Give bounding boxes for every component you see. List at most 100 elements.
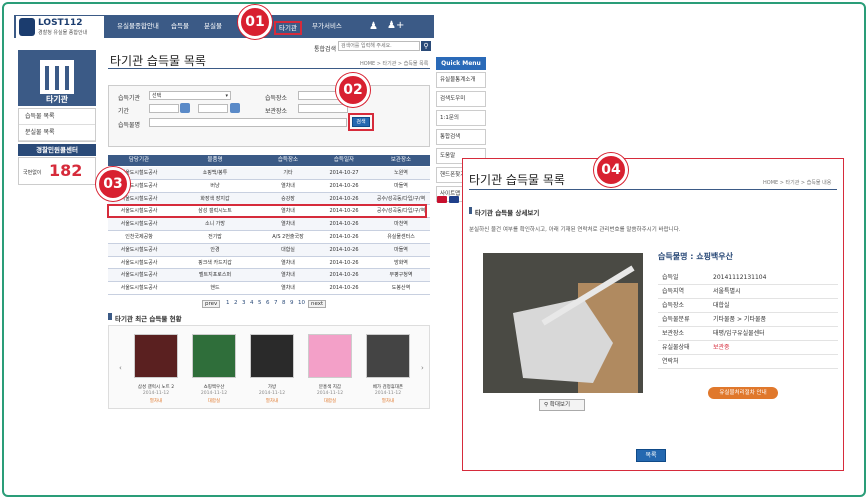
carousel-prev-icon[interactable]: ‹ bbox=[119, 364, 122, 372]
callout-badge: 04 bbox=[594, 153, 628, 187]
table-cell: 인천국제공항 bbox=[125, 234, 153, 240]
sidebar-title: 타기관 bbox=[45, 95, 69, 104]
table-cell: 2014-10-26 bbox=[329, 272, 359, 279]
pagination-page[interactable]: 1 bbox=[226, 300, 230, 306]
table-row[interactable]: 서울도시철도공사 소니 가방 열차내 2014-10-26 마천역 bbox=[108, 218, 430, 231]
nav-item-lost-info[interactable]: 유실물종합안내 bbox=[117, 15, 159, 38]
pagination-page[interactable]: 3 bbox=[242, 300, 246, 306]
pagination-prev[interactable]: prev bbox=[202, 300, 221, 308]
quick-menu-item[interactable]: 유실물통계소개 bbox=[436, 72, 486, 88]
calendar-icon[interactable] bbox=[230, 103, 240, 113]
callout-badge: 02 bbox=[336, 73, 370, 107]
pagination-next[interactable]: next bbox=[308, 300, 327, 308]
search-button[interactable]: 검색 bbox=[352, 117, 370, 127]
detail-field-row: 유실물상태 보관중 bbox=[658, 341, 838, 355]
carousel-next-icon[interactable]: › bbox=[421, 364, 424, 372]
item-name-input[interactable] bbox=[149, 118, 347, 127]
detail-fields: 습득일 20141112131104 습득지역 서울특별시 습득장소 대합실 습득물분… bbox=[658, 271, 838, 369]
table-cell: 대합실 bbox=[281, 246, 295, 253]
table-row[interactable]: 서울도시철도공사 쇼핑백/봉투 기타 2014-10-27 노원역 bbox=[108, 167, 430, 180]
sidebar-item-found-list[interactable]: 습득물 목록 bbox=[19, 109, 95, 125]
table-cell: 방화역 bbox=[394, 259, 408, 266]
table-row[interactable]: 인천국제공항 전기밥 A/S 2번출국장 2014-10-26 유실물센터스 bbox=[108, 231, 430, 244]
table-row[interactable]: 서울도시철도공사 버냥 열차내 2014-10-26 마들역 bbox=[108, 179, 430, 193]
table-row[interactable]: 서울도시철도공사 핸드 열차내 2014-10-26 도봉산역 bbox=[108, 282, 430, 295]
recent-item[interactable]: 쇼핑백우산 2014-11-12 대합실 bbox=[186, 334, 242, 409]
table-cell: 열차내 bbox=[281, 272, 295, 279]
agency-select[interactable]: 선택 ▾ bbox=[149, 91, 231, 100]
quick-menu-item[interactable]: 통합검색 bbox=[436, 129, 486, 145]
table-cell: 핑크색 카드지갑 bbox=[198, 259, 232, 266]
calendar-icon[interactable] bbox=[180, 103, 190, 113]
storage-label: 보관장소 bbox=[265, 108, 288, 115]
detail-field-row: 습득지역 서울특별시 bbox=[658, 285, 838, 299]
search-icon[interactable]: ⚲ bbox=[421, 41, 431, 51]
recent-item[interactable]: 삼성 갤럭시 노트 2 2014-11-12 열차내 bbox=[128, 334, 184, 409]
pagination-page[interactable]: 7 bbox=[274, 300, 278, 306]
recent-item[interactable]: 분홍색 지갑 2014-11-12 대합실 bbox=[302, 334, 358, 409]
pagination-page[interactable]: 8 bbox=[282, 300, 286, 306]
detail-divider bbox=[469, 189, 837, 190]
table-cell: 소니 가방 bbox=[205, 221, 225, 228]
recent-item-name: 삼성 갤럭시 노트 2 bbox=[137, 385, 175, 390]
recent-item[interactable]: 가방 2014-11-12 열차내 bbox=[244, 334, 300, 409]
guide-button[interactable]: 유실물처리절차 안내 bbox=[708, 387, 778, 399]
table-cell: 2014-10-26 bbox=[329, 234, 359, 240]
call-number: 182 bbox=[49, 161, 83, 180]
recent-item-date: 2014-11-12 bbox=[200, 391, 228, 396]
detail-field-row: 습득물분류 기타물품 > 기타물품 bbox=[658, 313, 838, 327]
detail-field-row: 습득장소 대합실 bbox=[658, 299, 838, 313]
period-end-input[interactable] bbox=[198, 104, 228, 113]
table-cell: 버냥 bbox=[210, 182, 220, 189]
pagination-page[interactable]: 6 bbox=[266, 300, 270, 306]
nav-item-other-agency[interactable]: 타기관 bbox=[274, 21, 302, 35]
recent-item-date: 2014-11-12 bbox=[258, 391, 286, 396]
nav-item-extra-services[interactable]: 부가서비스 bbox=[312, 15, 342, 38]
col-storage: 보관장소 bbox=[372, 155, 430, 166]
recent-item-place: 대합실 bbox=[207, 399, 221, 404]
pagination-page[interactable]: 10 bbox=[298, 300, 305, 306]
pagination-page[interactable]: 4 bbox=[250, 300, 254, 306]
item-photo-image bbox=[483, 253, 643, 393]
pagination-page[interactable]: 5 bbox=[258, 300, 262, 306]
table-cell: 마천역 bbox=[394, 221, 408, 228]
detail-field-key: 습득일 bbox=[662, 274, 679, 281]
detail-section-title: 타기관 습득물 상세보기 bbox=[475, 209, 540, 217]
zoom-button[interactable]: ⚲ 확대보기 bbox=[539, 399, 585, 411]
recent-item[interactable]: 베가 검정휴대폰 2014-11-12 열차내 bbox=[360, 334, 416, 409]
us-flag-icon[interactable] bbox=[449, 196, 459, 203]
table-row[interactable]: 서울도시철도공사 핑크색 카드지갑 열차내 2014-10-26 방화역 bbox=[108, 256, 430, 270]
search-input[interactable] bbox=[338, 41, 420, 51]
detail-field-key: 습득지역 bbox=[662, 288, 685, 295]
add-user-icon[interactable]: ♟+ bbox=[387, 20, 404, 31]
nav-item-found[interactable]: 습득물 bbox=[171, 15, 189, 38]
sidebar-menu: 습득물 목록 분실물 목록 bbox=[18, 108, 96, 142]
korean-flag-icon[interactable] bbox=[437, 196, 447, 203]
recent-item-date: 2014-11-12 bbox=[142, 391, 170, 396]
nav-item-lost[interactable]: 분실물 bbox=[204, 15, 222, 38]
storage-input[interactable] bbox=[298, 104, 348, 113]
sidebar-item-lost-list[interactable]: 분실물 목록 bbox=[19, 125, 95, 141]
table-cell: 2014-10-27 bbox=[329, 170, 359, 176]
call-label: 국번없이 bbox=[23, 170, 42, 176]
site-logo[interactable]: LOST112 경찰청 유실물 종합안내 bbox=[16, 16, 104, 38]
recent-items: 삼성 갤럭시 노트 2 2014-11-12 열차내 쇼핑백우산 2014-11-12 대… bbox=[128, 334, 418, 409]
recent-item-name: 분홍색 지갑 bbox=[318, 385, 342, 390]
detail-field-key: 연락처 bbox=[662, 358, 679, 365]
quick-menu-item[interactable]: 검색도우미 bbox=[436, 91, 486, 107]
quick-menu-item[interactable]: 1:1문의 bbox=[436, 110, 486, 126]
table-body: 서울도시철도공사 쇼핑백/봉투 기타 2014-10-27 노원역 서울도시철도공사 버냥 열… bbox=[108, 167, 430, 295]
table-row[interactable]: 서울도시철도공사 벨트지포로스퍼 열차내 2014-10-26 부평구청역 bbox=[108, 269, 430, 283]
section-bullet bbox=[469, 207, 472, 214]
user-icon[interactable]: ♟ bbox=[369, 21, 378, 32]
list-button[interactable]: 목록 bbox=[636, 449, 666, 462]
call-center-title: 경찰민원콜센터 bbox=[18, 144, 96, 156]
detail-field-key: 유실물상태 bbox=[662, 344, 690, 351]
detail-title: 타기관 습득물 목록 bbox=[469, 173, 565, 187]
recent-item-photo bbox=[308, 334, 352, 378]
table-row[interactable]: 서울도시철도공사 안경 대합실 2014-10-26 마들역 bbox=[108, 243, 430, 257]
period-start-input[interactable] bbox=[149, 104, 179, 113]
pagination-page[interactable]: 2 bbox=[234, 300, 238, 306]
pagination-page[interactable]: 9 bbox=[290, 300, 294, 306]
col-place: 습득장소 bbox=[260, 155, 316, 166]
